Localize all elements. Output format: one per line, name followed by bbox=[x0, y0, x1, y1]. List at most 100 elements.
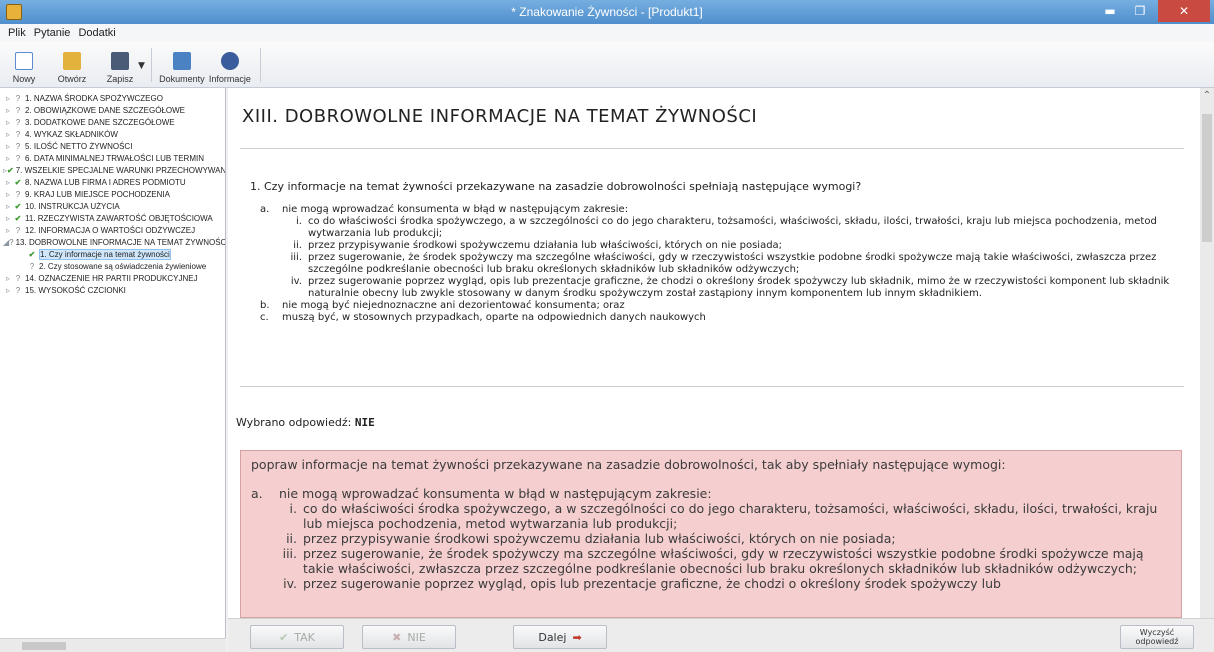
tree-item[interactable]: ▹? 4. WYKAZ SKŁADNIKÓW bbox=[0, 128, 225, 140]
tree-item[interactable]: ▹? 2. OBOWIĄZKOWE DANE SZCZEGÓŁOWE bbox=[0, 104, 225, 116]
no-button[interactable]: ✖ NIE bbox=[362, 625, 456, 649]
question-text: 1. Czy informacje na temat żywności prze… bbox=[250, 180, 862, 193]
list-item-number: iv. bbox=[290, 276, 302, 287]
tree-item[interactable]: ▹? 15. WYSOKOŚĆ CZCIONKI bbox=[0, 284, 225, 296]
expand-arrow-icon[interactable]: ▹ bbox=[3, 214, 13, 223]
list-item-number: iii. bbox=[290, 252, 302, 263]
question-mark-icon: ? bbox=[29, 261, 35, 271]
list-item-text: przez przypisywanie środkowi spożywczemu… bbox=[308, 240, 783, 251]
question-tree: ▹? 1. NAZWA ŚRODKA SPOŻYWCZEGO ▹? 2. OBOWIĄ… bbox=[0, 88, 225, 296]
save-icon bbox=[111, 52, 129, 70]
clear-answer-label-1: Wyczyść bbox=[1139, 628, 1175, 637]
save-dropdown-arrow[interactable]: ▼ bbox=[138, 61, 145, 71]
expand-arrow-icon[interactable]: ▹ bbox=[3, 274, 13, 283]
sidebar-horizontal-scrollbar[interactable] bbox=[0, 638, 226, 652]
yes-button[interactable]: ✔ TAK bbox=[250, 625, 344, 649]
expand-arrow-icon[interactable]: ▹ bbox=[3, 190, 13, 199]
expand-arrow-icon[interactable]: ▹ bbox=[3, 154, 13, 163]
tree-item-label: 1. NAZWA ŚRODKA SPOŻYWCZEGO bbox=[25, 93, 163, 103]
tree-subitem[interactable]: ✔ 1. Czy informacje na temat żywności bbox=[0, 248, 225, 260]
title-bar: * Znakowanie Żywności - [Produkt1] ▬ ❐ ✕ bbox=[0, 0, 1214, 24]
list-item: c. muszą być, w stosownych przypadkach, o… bbox=[254, 312, 1184, 324]
checkmark-icon: ✔ bbox=[28, 249, 36, 259]
tree-item[interactable]: ▹? 6. DATA MINIMALNEJ TRWAŁOŚCI LUB TERMI… bbox=[0, 152, 225, 164]
new-button-label: Nowy bbox=[12, 74, 36, 84]
maximize-button[interactable]: ❐ bbox=[1126, 0, 1154, 22]
save-button[interactable]: Zapisz bbox=[96, 43, 144, 87]
toolbar-separator bbox=[259, 48, 261, 82]
tree-item-label: 1. Czy informacje na temat żywności bbox=[39, 248, 171, 260]
list-item-text: co do właściwości środka spożywczego, a … bbox=[308, 216, 1157, 239]
menu-extras[interactable]: Dodatki bbox=[78, 27, 115, 39]
checkmark-icon: ✔ bbox=[14, 213, 22, 223]
open-button-label: Otwórz bbox=[57, 74, 87, 84]
scroll-up-arrow-icon[interactable]: ⌃ bbox=[1200, 90, 1214, 101]
tree-item[interactable]: ▹? 9. KRAJ LUB MIEJSCE POCHODZENIA bbox=[0, 188, 225, 200]
expand-arrow-icon[interactable]: ▹ bbox=[3, 202, 13, 211]
tree-item[interactable]: ▹? 3. DODATKOWE DANE SZCZEGÓŁOWE bbox=[0, 116, 225, 128]
question-mark-icon: ? bbox=[15, 225, 21, 235]
question-mark-icon: ? bbox=[15, 153, 21, 163]
tree-item[interactable]: ▹? 5. ILOŚĆ NETTO ŻYWNOŚCI bbox=[0, 140, 225, 152]
list-item: a. nie mogą wprowadzać konsumenta w błąd … bbox=[251, 486, 1171, 501]
open-button[interactable]: Otwórz bbox=[48, 43, 96, 87]
info-button[interactable]: Informacje bbox=[206, 43, 254, 87]
expand-arrow-icon[interactable]: ▹ bbox=[3, 118, 13, 127]
tree-item-label: 2. Czy stosowane są oświadczenia żywieni… bbox=[39, 261, 207, 271]
tree-item-label: 7. WSZELKIE SPECJALNE WARUNKI PRZECHOWYW… bbox=[15, 165, 225, 175]
close-button[interactable]: ✕ bbox=[1158, 0, 1210, 22]
expand-arrow-icon[interactable]: ▹ bbox=[3, 226, 13, 235]
minimize-button[interactable]: ▬ bbox=[1096, 0, 1124, 22]
tree-item[interactable]: ▹? 1. NAZWA ŚRODKA SPOŻYWCZEGO bbox=[0, 92, 225, 104]
checkmark-icon: ✔ bbox=[7, 165, 14, 175]
list-item: iv. przez sugerowanie poprzez wygląd, opi… bbox=[254, 276, 1184, 300]
tree-item[interactable]: ▹? 12. INFORMACJA O WARTOŚCI ODŻYWCZEJ bbox=[0, 224, 225, 236]
list-item-text: nie mogą wprowadzać konsumenta w błąd w … bbox=[279, 486, 712, 501]
tree-subitem[interactable]: ? 2. Czy stosowane są oświadczenia żywien… bbox=[0, 260, 225, 272]
toolbar: Nowy Otwórz Zapisz ▼ Dokumenty Informacj… bbox=[0, 42, 1214, 88]
expand-arrow-icon[interactable]: ▹ bbox=[3, 130, 13, 139]
question-mark-icon: ? bbox=[15, 105, 21, 115]
tree-item[interactable]: ▹ ✔ 11. RZECZYWISTA ZAWARTOŚĆ OBJĘTOŚCIOWA bbox=[0, 212, 225, 224]
expand-arrow-icon[interactable]: ▹ bbox=[3, 94, 13, 103]
open-folder-icon bbox=[63, 52, 81, 70]
menu-file[interactable]: Plik bbox=[8, 27, 26, 39]
cross-icon: ✖ bbox=[392, 630, 402, 644]
expand-arrow-icon[interactable]: ▹ bbox=[3, 142, 13, 151]
tree-item-label: 11. RZECZYWISTA ZAWARTOŚĆ OBJĘTOŚCIOWA bbox=[25, 213, 213, 223]
list-item: iii. przez sugerowanie, że środek spożywc… bbox=[254, 252, 1184, 276]
next-button[interactable]: Dalej ➡ bbox=[513, 625, 607, 649]
selected-answer-label: Wybrano odpowiedź: bbox=[236, 416, 352, 429]
list-item: b. nie mogą być niejednoznaczne ani dezor… bbox=[254, 300, 1184, 312]
question-content: XIII. DOBROWOLNE INFORMACJE NA TEMAT ŻYW… bbox=[228, 88, 1200, 618]
list-item: iv. przez sugerowanie poprzez wygląd, opi… bbox=[251, 576, 1171, 591]
tree-item[interactable]: ▹ ✔ 7. WSZELKIE SPECJALNE WARUNKI PRZECHOW… bbox=[0, 164, 225, 176]
sidebar-scroll-thumb[interactable] bbox=[22, 642, 66, 650]
tree-item[interactable]: ▹ ✔ 8. NAZWA LUB FIRMA I ADRES PODMIOTU bbox=[0, 176, 225, 188]
question-mark-icon: ? bbox=[15, 129, 21, 139]
no-button-label: NIE bbox=[407, 630, 426, 644]
list-item-number: i. bbox=[296, 216, 302, 227]
clear-answer-button[interactable]: Wyczyść odpowiedź bbox=[1120, 625, 1194, 649]
list-item-text: przez sugerowanie, że środek spożywczy m… bbox=[308, 252, 1157, 275]
arrow-right-icon: ➡ bbox=[572, 630, 582, 644]
tree-item[interactable]: ▹? 14. OZNACZENIE HR PARTII PRODUKCYJNEJ bbox=[0, 272, 225, 284]
list-item-number: i. bbox=[289, 501, 297, 516]
tree-item-label: 9. KRAJ LUB MIEJSCE POCHODZENIA bbox=[25, 189, 170, 199]
content-scroll-thumb[interactable] bbox=[1202, 114, 1212, 242]
tree-item[interactable]: ▹ ✔ 10. INSTRUKCJA UŻYCIA bbox=[0, 200, 225, 212]
question-tree-panel: ▹? 1. NAZWA ŚRODKA SPOŻYWCZEGO ▹? 2. OBOWIĄ… bbox=[0, 88, 226, 652]
list-item-number: iv. bbox=[283, 576, 297, 591]
list-item-text: muszą być, w stosownych przypadkach, opa… bbox=[282, 312, 706, 323]
expand-arrow-icon[interactable]: ▹ bbox=[3, 106, 13, 115]
list-item-text: przez sugerowanie poprzez wygląd, opis l… bbox=[308, 276, 1170, 299]
expand-arrow-icon[interactable]: ▹ bbox=[3, 286, 13, 295]
documents-button[interactable]: Dokumenty bbox=[158, 43, 206, 87]
tree-item[interactable]: ◢? 13. DOBROWOLNE INFORMACJE NA TEMAT ŻYW… bbox=[0, 236, 225, 248]
menu-question[interactable]: Pytanie bbox=[34, 27, 71, 39]
new-button[interactable]: Nowy bbox=[0, 43, 48, 87]
content-vertical-scrollbar[interactable]: ⌃ ⌄ bbox=[1200, 88, 1214, 634]
list-item-text: przez przypisywanie środkowi spożywczemu… bbox=[303, 531, 896, 546]
expand-arrow-icon[interactable]: ▹ bbox=[3, 178, 13, 187]
answer-button-bar: ✔ TAK ✖ NIE Dalej ➡ Wyczyść odpowiedź bbox=[228, 618, 1214, 652]
